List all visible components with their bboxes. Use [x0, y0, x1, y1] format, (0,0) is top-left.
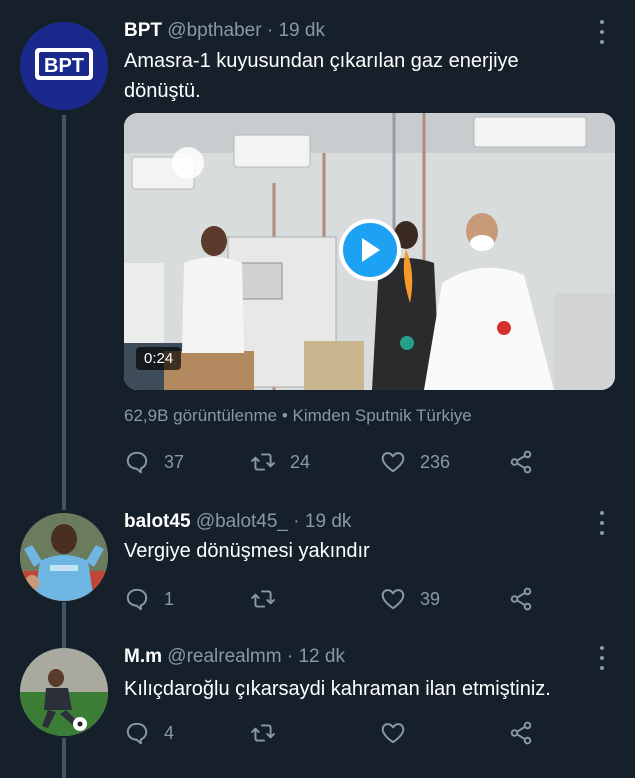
like-button[interactable]: 39: [380, 584, 440, 614]
tweet-actions: 4: [124, 718, 544, 748]
video-duration: 0:24: [136, 347, 182, 370]
user-handle[interactable]: @bpthaber: [167, 20, 261, 41]
video-player[interactable]: 0:24: [124, 113, 615, 390]
timestamp[interactable]: · 19 dk: [293, 511, 351, 532]
reply-count: 1: [164, 588, 175, 609]
display-name[interactable]: balot45: [124, 511, 191, 532]
retweet-icon: [251, 453, 275, 471]
share-button[interactable]: [508, 718, 534, 748]
tweet-actions: 1 39: [124, 584, 544, 614]
avatar[interactable]: [20, 513, 108, 601]
retweet-icon: [251, 724, 275, 742]
share-icon: [510, 587, 532, 611]
tweet-actions: 37 24 236: [124, 447, 544, 477]
share-icon: [510, 450, 532, 474]
more-icon[interactable]: [592, 511, 612, 535]
more-icon[interactable]: [592, 646, 612, 670]
timestamp[interactable]: · 19 dk: [267, 20, 325, 41]
like-button[interactable]: 236: [380, 447, 450, 477]
tweet[interactable]: BPT BPT @bpthaber · 19 dk Amasra-1 kuyus…: [0, 0, 635, 500]
tweet-header: M.m @realrealmm · 12 dk: [124, 646, 345, 668]
more-icon[interactable]: [592, 20, 612, 44]
tweet-header: balot45 @balot45_ · 19 dk: [124, 511, 351, 533]
reply-button[interactable]: 1: [124, 584, 174, 614]
retweet-button[interactable]: 24: [250, 447, 310, 477]
display-name[interactable]: BPT: [124, 20, 162, 41]
display-name[interactable]: M.m: [124, 646, 162, 667]
view-count-source: 62,9B görüntülenme • Kimden Sputnik Türk…: [124, 406, 472, 425]
like-button[interactable]: [380, 718, 420, 748]
avatar-photo: [20, 513, 108, 601]
reply-icon: [126, 588, 148, 611]
share-button[interactable]: [508, 584, 534, 614]
user-handle[interactable]: @balot45_: [196, 511, 288, 532]
retweet-icon: [251, 590, 275, 608]
avatar[interactable]: BPT: [20, 22, 108, 110]
heart-icon: [381, 452, 405, 473]
timestamp[interactable]: · 12 dk: [287, 646, 345, 667]
retweet-button[interactable]: [250, 584, 290, 614]
tweet-text: Amasra-1 kuyusundan çıkarılan gaz enerji…: [124, 50, 519, 102]
user-handle[interactable]: @realrealmm: [167, 646, 281, 667]
play-button[interactable]: [339, 219, 401, 281]
reply-count: 4: [164, 722, 175, 743]
tweet[interactable]: balot45 @balot45_ · 19 dk Vergiye dönüşm…: [0, 500, 635, 632]
reply-count: 37: [164, 451, 185, 472]
tweet-text: Kılıçdaroğlu çıkarsaydi kahraman ilan et…: [124, 678, 551, 700]
heart-icon: [381, 723, 405, 744]
play-icon: [362, 238, 380, 262]
like-count: 236: [420, 451, 451, 472]
tweet-text: Vergiye dönüşmesi yakındır: [124, 540, 370, 562]
reply-icon: [126, 722, 148, 745]
like-count: 39: [420, 588, 441, 609]
avatar[interactable]: [20, 648, 108, 736]
reply-button[interactable]: 4: [124, 718, 174, 748]
heart-icon: [381, 589, 405, 610]
share-icon: [510, 721, 532, 745]
avatar-logo-text: BPT: [44, 55, 84, 77]
tweet-header: BPT @bpthaber · 19 dk: [124, 20, 325, 42]
reply-icon: [126, 451, 148, 474]
share-button[interactable]: [508, 447, 534, 477]
tweet[interactable]: M.m @realrealmm · 12 dk Kılıçdaroğlu çık…: [0, 636, 635, 778]
bpt-logo: BPT: [35, 48, 93, 80]
avatar-photo: [20, 648, 108, 736]
reply-button[interactable]: 37: [124, 447, 184, 477]
retweet-count: 24: [290, 451, 311, 472]
retweet-button[interactable]: [250, 718, 290, 748]
